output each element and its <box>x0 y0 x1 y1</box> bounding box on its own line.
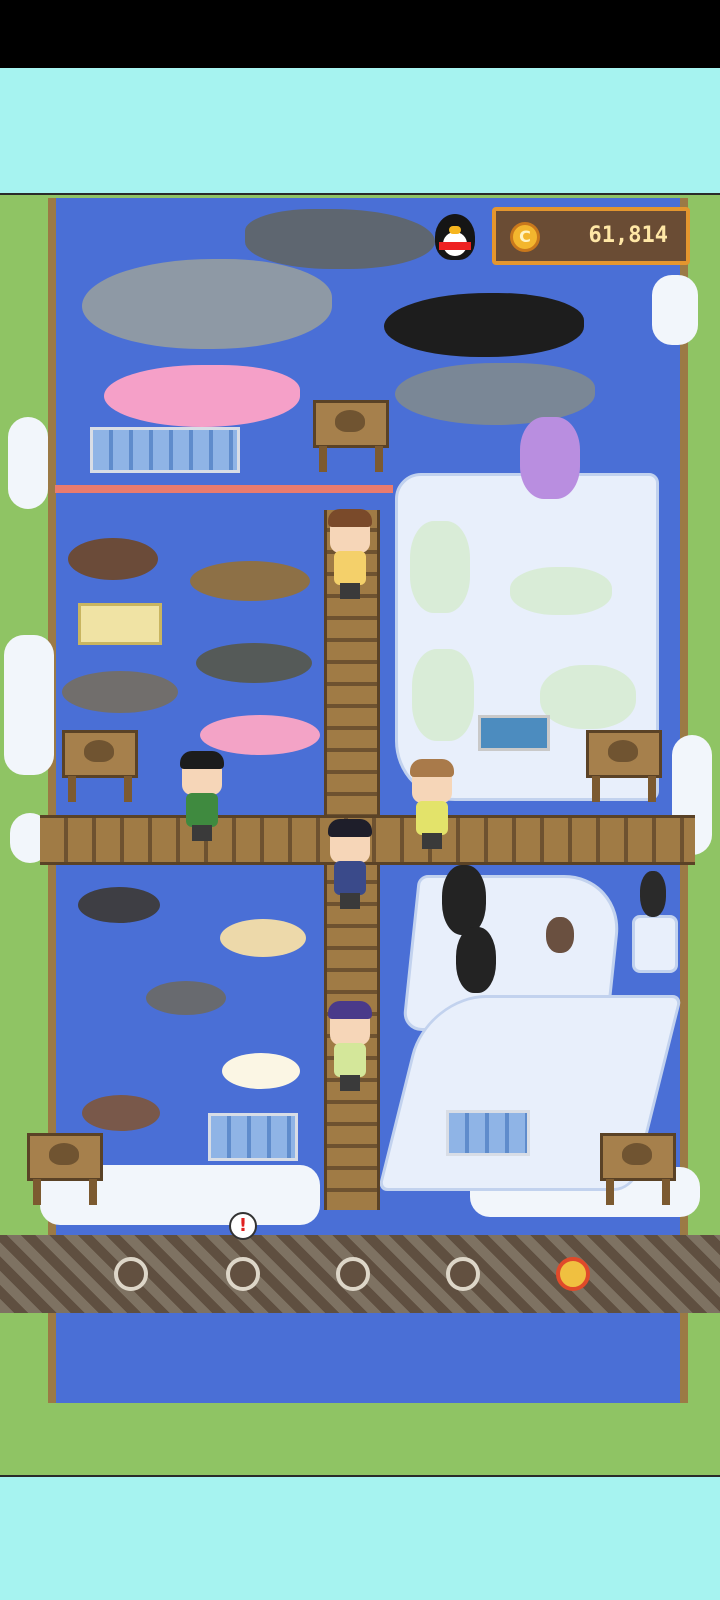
coin-counter[interactable]: C 61,814 <box>492 207 690 265</box>
snow-patch <box>652 275 698 345</box>
seal-exhibit-sign[interactable] <box>27 1133 103 1205</box>
zoo-map[interactable] <box>0 193 720 1477</box>
path-slot[interactable] <box>114 1257 148 1291</box>
grey-whale[interactable] <box>82 259 332 349</box>
sea-otter[interactable] <box>62 671 178 713</box>
purple-bear-hero[interactable] <box>520 417 580 499</box>
visitor[interactable] <box>326 1001 374 1093</box>
visitor[interactable] <box>408 759 456 851</box>
polar-bear[interactable] <box>510 567 612 615</box>
fish-crate[interactable] <box>90 427 240 473</box>
path-slot[interactable] <box>336 1257 370 1291</box>
snow-patch <box>8 417 48 509</box>
cobblestone-path <box>0 1235 720 1313</box>
emperor-penguin[interactable] <box>456 927 496 993</box>
coin-icon: C <box>510 222 540 252</box>
dock-fence <box>55 485 393 493</box>
path-slot[interactable] <box>226 1257 260 1291</box>
alert-badge[interactable]: ! <box>229 1212 257 1240</box>
small-penguin[interactable] <box>640 871 666 917</box>
sea-otter[interactable] <box>190 561 310 601</box>
polar-bear[interactable] <box>410 521 470 613</box>
otter-exhibit-sign[interactable] <box>62 730 138 802</box>
emperor-penguin[interactable] <box>442 865 486 935</box>
path-slot[interactable] <box>446 1257 480 1291</box>
small-ice-floe <box>632 915 678 973</box>
sea-otter[interactable] <box>196 643 312 683</box>
killer-whale[interactable] <box>384 293 584 357</box>
fish-bucket[interactable] <box>478 715 550 751</box>
polar-bear[interactable] <box>540 665 636 729</box>
visitor[interactable] <box>178 751 226 843</box>
beluga-whale[interactable] <box>395 363 595 425</box>
visitor[interactable] <box>326 509 374 601</box>
seal[interactable] <box>146 981 226 1015</box>
polar-bear-exhibit-sign[interactable] <box>586 730 662 802</box>
sea-otter[interactable] <box>68 538 158 580</box>
seal[interactable] <box>220 919 306 957</box>
status-bar <box>0 0 720 68</box>
qq-penguin-icon[interactable] <box>435 214 475 262</box>
pink-sea-otter[interactable] <box>200 715 320 755</box>
seal-pup[interactable] <box>222 1053 300 1089</box>
visitor[interactable] <box>326 819 374 911</box>
coin-count: 61,814 <box>588 223 668 248</box>
seal[interactable] <box>78 887 160 923</box>
penguin-exhibit-sign[interactable] <box>600 1133 676 1205</box>
fish-crate[interactable] <box>208 1113 298 1161</box>
pink-dolphin[interactable] <box>104 365 300 427</box>
fish-crate[interactable] <box>446 1110 530 1156</box>
clam-crate[interactable] <box>78 603 162 645</box>
polar-bear[interactable] <box>412 649 474 741</box>
whale-exhibit-sign[interactable] <box>313 400 389 472</box>
seal[interactable] <box>82 1095 160 1131</box>
path-slot-active[interactable] <box>556 1257 590 1291</box>
snow-patch <box>4 635 54 775</box>
penguin-chick[interactable] <box>546 917 574 953</box>
